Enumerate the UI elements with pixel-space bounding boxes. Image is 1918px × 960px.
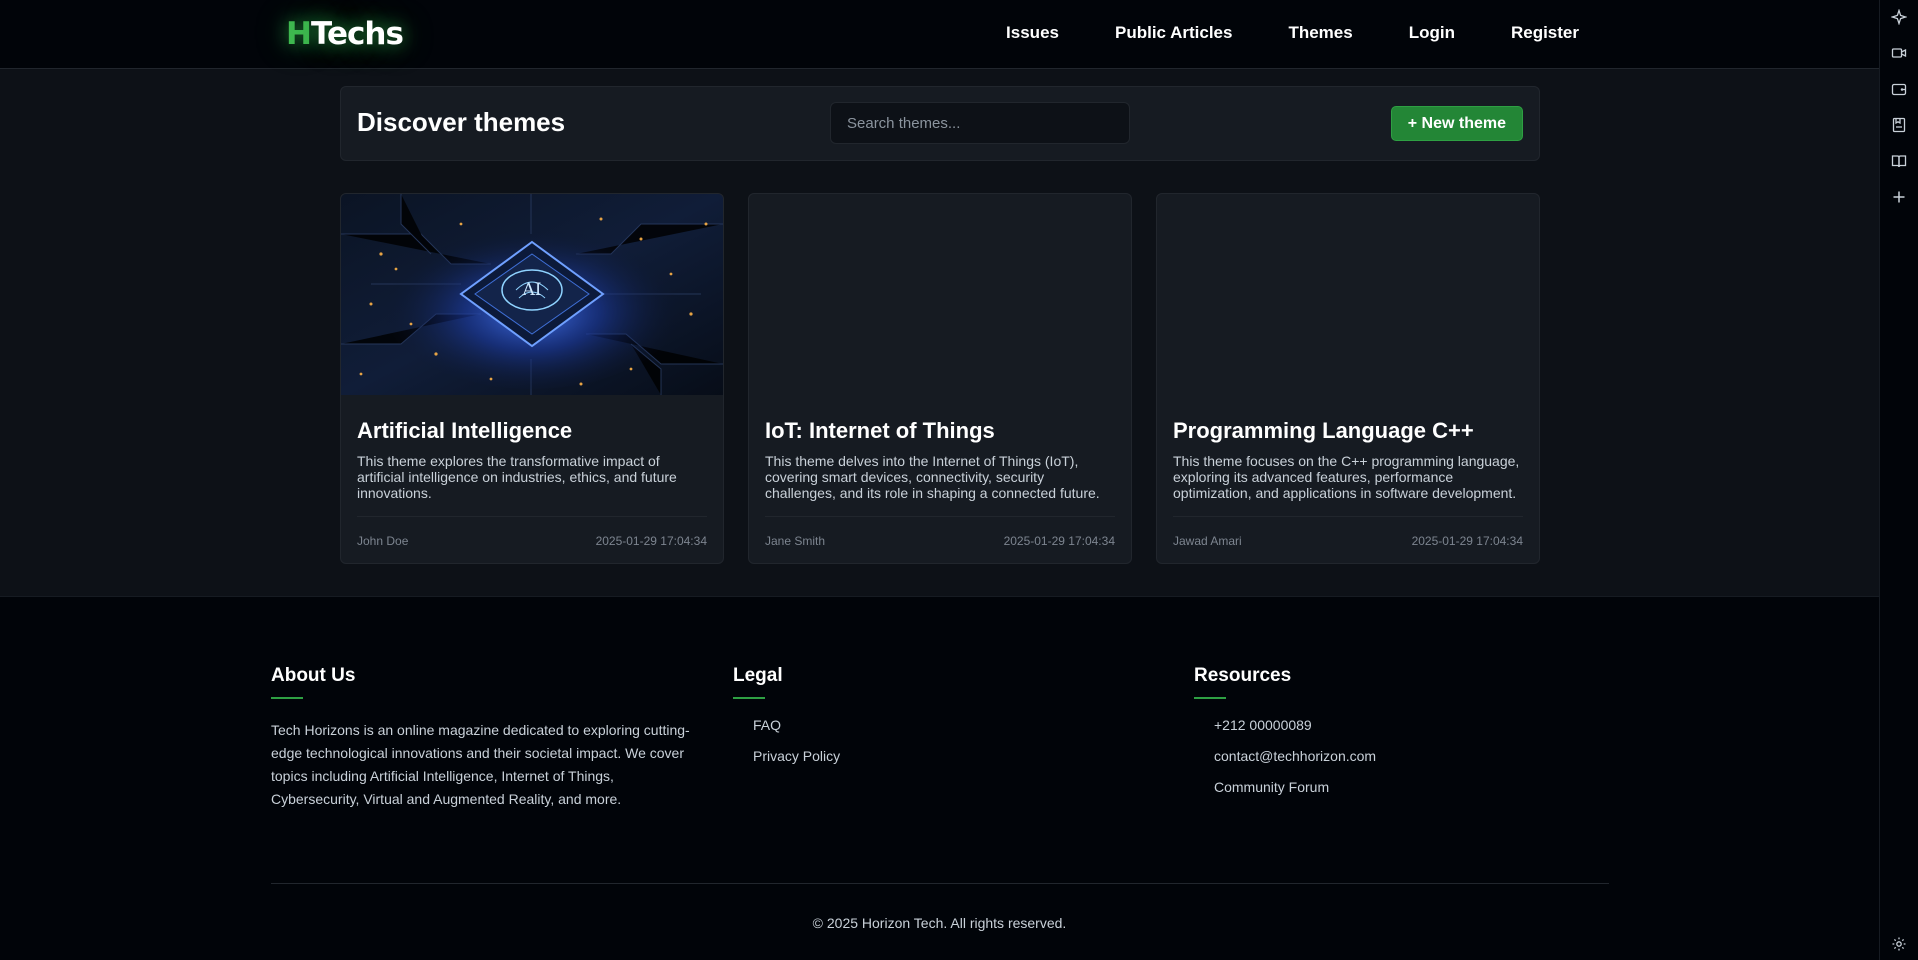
card-description: This theme explores the transformative i… — [357, 453, 677, 501]
logo-text: Techs — [310, 16, 404, 52]
card-description: This theme focuses on the C++ programmin… — [1173, 453, 1520, 501]
sparkle-icon[interactable] — [1891, 9, 1907, 25]
footer-resources-section: Resources +212 00000089 contact@techhori… — [1194, 665, 1376, 810]
card-image-placeholder — [1157, 194, 1539, 395]
plus-icon[interactable] — [1891, 189, 1907, 205]
footer-forum-link[interactable]: Community Forum — [1214, 779, 1376, 795]
footer-legal-section: Legal FAQ Privacy Policy — [733, 665, 840, 779]
footer-copyright: © 2025 Horizon Tech. All rights reserved… — [812, 915, 1067, 931]
footer-about-section: About Us Tech Horizons is an online maga… — [271, 665, 691, 811]
card-divider — [765, 516, 1115, 517]
wallet-icon[interactable] — [1891, 81, 1907, 97]
footer-legal-title: Legal — [733, 665, 783, 686]
main-nav: Issues Public Articles Themes Login Regi… — [950, 0, 1579, 66]
bookmark-icon[interactable] — [1891, 117, 1907, 133]
nav-themes-link[interactable]: Themes — [1288, 23, 1352, 43]
footer-divider — [271, 883, 1609, 884]
card-author: Jawad Amari — [1173, 534, 1242, 548]
nav-register-link[interactable]: Register — [1511, 23, 1579, 43]
card-image-placeholder — [749, 194, 1131, 395]
nav-public-articles-link[interactable]: Public Articles — [1115, 23, 1232, 43]
theme-card-iot[interactable]: IoT: Internet of Things This theme delve… — [748, 193, 1132, 564]
heading-underline — [733, 697, 765, 699]
site-logo[interactable]: H Techs — [286, 12, 404, 56]
top-navbar: H Techs Issues Public Articles Themes Log… — [0, 0, 1879, 69]
footer-about-text: Tech Horizons is an online magazine dedi… — [271, 722, 690, 807]
footer-about-title: About Us — [271, 665, 356, 686]
site-footer: About Us Tech Horizons is an online maga… — [0, 596, 1879, 960]
ai-chip-image: AI — [341, 194, 723, 395]
footer-phone-link[interactable]: +212 00000089 — [1214, 717, 1376, 733]
heading-underline — [1194, 697, 1226, 699]
card-author: Jane Smith — [765, 534, 826, 548]
theme-card-cpp[interactable]: Programming Language C++ This theme focu… — [1156, 193, 1540, 564]
discover-themes-bar: Discover themes + New theme — [340, 86, 1540, 161]
settings-icon[interactable] — [1891, 936, 1907, 952]
card-author: John Doe — [357, 534, 409, 548]
theme-card-ai[interactable]: AI Artificial Intelligence This theme ex… — [340, 193, 724, 564]
nav-login-link[interactable]: Login — [1409, 23, 1455, 43]
heading-underline — [271, 697, 303, 699]
footer-faq-link[interactable]: FAQ — [753, 717, 840, 733]
book-icon[interactable] — [1891, 153, 1907, 169]
card-title[interactable]: Programming Language C++ — [1173, 418, 1474, 444]
card-date: 2025-01-29 17:04:34 — [1003, 534, 1115, 548]
video-icon[interactable] — [1891, 45, 1907, 61]
page-title: Discover themes — [357, 107, 566, 137]
card-date: 2025-01-29 17:04:34 — [1411, 534, 1523, 548]
footer-resources-title: Resources — [1194, 665, 1292, 686]
card-title[interactable]: IoT: Internet of Things — [765, 418, 995, 444]
search-themes-input[interactable] — [830, 102, 1130, 144]
card-divider — [1173, 516, 1523, 517]
browser-side-toolbar — [1879, 0, 1918, 960]
new-theme-button[interactable]: + New theme — [1390, 106, 1523, 141]
card-date: 2025-01-29 17:04:34 — [595, 534, 707, 548]
footer-email-link[interactable]: contact@techhorizon.com — [1214, 748, 1376, 764]
nav-issues-link[interactable]: Issues — [1006, 23, 1059, 43]
card-description: This theme delves into the Internet of T… — [765, 453, 1100, 501]
svg-text:AI: AI — [522, 280, 542, 300]
card-divider — [357, 516, 707, 517]
footer-privacy-link[interactable]: Privacy Policy — [753, 748, 840, 764]
card-title[interactable]: Artificial Intelligence — [357, 418, 572, 444]
logo-initial: H — [286, 16, 312, 52]
